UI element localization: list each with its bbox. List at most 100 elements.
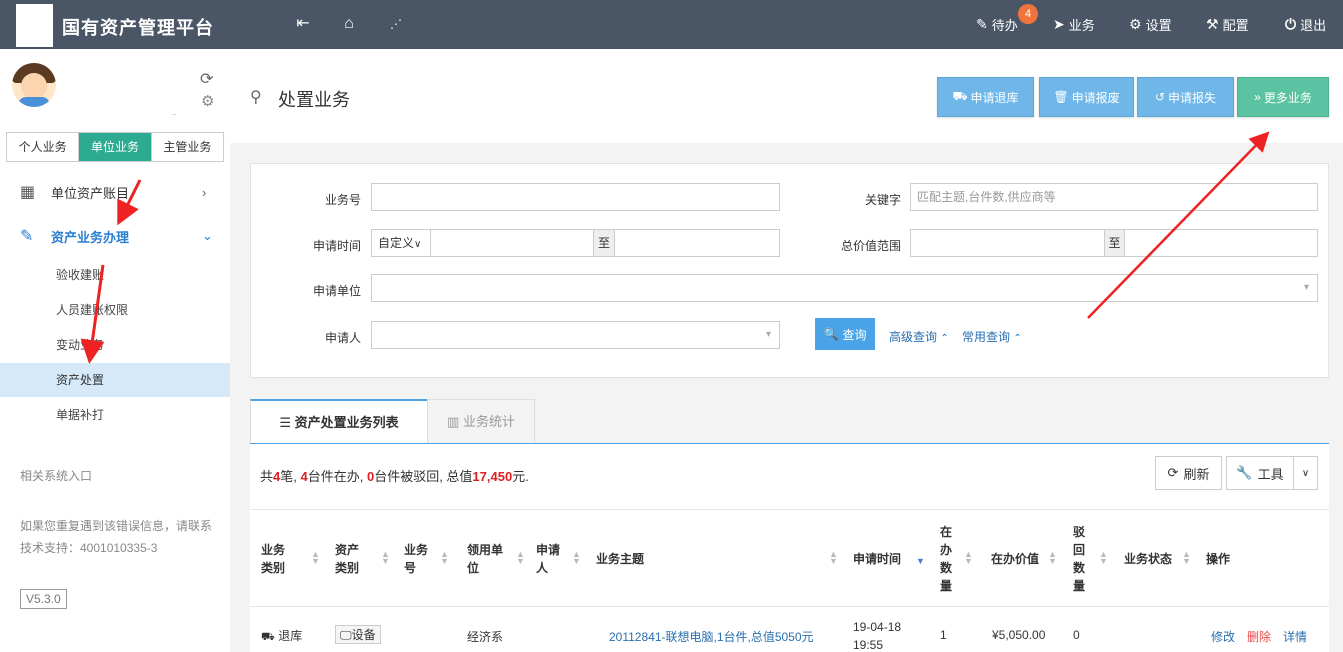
col-actions: 操作 (1206, 552, 1231, 566)
sidebar-subitem-acceptance[interactable]: 验收建账 (0, 258, 230, 292)
col-biz-type[interactable]: 业务类别 (261, 541, 291, 577)
sort-desc-icon[interactable]: ▼ (916, 557, 925, 566)
sidebar-subitem-reprint[interactable]: 单据补打 (0, 398, 230, 432)
col-in-progress-value[interactable]: 在办价值 (991, 550, 1039, 568)
top-navbar: 国有资产管理平台 ⇤ ⌂ ⋰ ✎ 待办 4 ➤ 业务 ⚙ 设置 ⚒ 配置 ⏻ 退… (0, 0, 1343, 49)
apply-return-button[interactable]: ⛟ 申请退库 (937, 77, 1034, 117)
details-link[interactable]: 详情 (1283, 628, 1307, 645)
col-status[interactable]: 业务状态 (1124, 550, 1172, 568)
todo-label: 待办 (991, 18, 1018, 33)
caret-down-icon: ▾ (1303, 282, 1309, 293)
refresh-icon[interactable]: ⟳ (200, 69, 213, 89)
col-subject[interactable]: 业务主题 (596, 550, 644, 568)
col-rejected-qty[interactable]: 驳回数量 (1073, 523, 1086, 595)
tab-supervisor[interactable]: 主管业务 (151, 133, 223, 161)
cell-subject-link[interactable]: 20112841-联想电脑,1台件,总值5050元 (609, 628, 814, 645)
refresh-label: 刷新 (1183, 466, 1210, 482)
home-icon[interactable]: ⌂ (338, 13, 360, 35)
sort-icon[interactable]: ▲ ▼ (1099, 550, 1108, 566)
logo (16, 4, 53, 47)
monitor-icon: 🖵 (340, 628, 352, 642)
apply-time-label: 申请时间 (312, 239, 361, 253)
tools-dropdown-toggle[interactable]: ∨ (1293, 456, 1318, 490)
sort-icon[interactable]: ▲ ▼ (440, 550, 449, 566)
settings-label: 设置 (1145, 18, 1172, 33)
wrench-icon: ⚒ (1206, 16, 1219, 32)
keyword-label: 关键字 (864, 193, 901, 207)
apply-time-start-input[interactable] (430, 229, 594, 257)
edit-link[interactable]: 修改 (1211, 628, 1235, 645)
sort-icon[interactable]: ▲ ▼ (311, 550, 320, 566)
gear-icon: ⚙ (1129, 16, 1142, 32)
col-applicant[interactable]: 申请人 (536, 541, 564, 577)
sidebar-subitem-disposal[interactable]: 资产处置 (0, 363, 230, 397)
truck-icon: ⛟ (261, 631, 275, 643)
sort-icon[interactable]: ▲ ▼ (1182, 550, 1191, 566)
logout-label: 退出 (1300, 18, 1327, 33)
tab-disposal-list[interactable]: ☰ 资产处置业务列表 (250, 399, 428, 444)
apply-time-end-input[interactable] (614, 229, 780, 257)
undo-icon: ↺ (1154, 90, 1166, 104)
tab-statistics[interactable]: ▥ 业务统计 (427, 399, 535, 444)
grid-icon: ▦ (20, 184, 36, 201)
common-query-link[interactable]: 常用查询 ⌃ (962, 328, 1022, 345)
business-no-input[interactable] (371, 183, 780, 211)
sort-icon[interactable]: ▲ ▼ (829, 550, 838, 566)
delete-link[interactable]: 删除 (1247, 628, 1271, 645)
total-value-max-input[interactable] (1124, 229, 1318, 257)
apply-scrap-button[interactable]: 🗑 申请报废 (1039, 77, 1134, 117)
summary-total-value: 17,450 (472, 469, 513, 484)
keyword-input[interactable]: 匹配主题,台件数,供应商等 (910, 183, 1318, 211)
more-business-button[interactable]: » 更多业务 (1237, 77, 1329, 117)
settings-menu[interactable]: ⚙ 设置 (1129, 15, 1172, 34)
config-menu[interactable]: ⚒ 配置 (1206, 15, 1249, 34)
total-value-min-input[interactable] (910, 229, 1105, 257)
sidebar-item-asset-business[interactable]: ✎ 资产业务办理 ⌄ (0, 216, 230, 256)
sort-icon[interactable]: ▲ ▼ (964, 550, 973, 566)
applicant-select[interactable]: ▾ (371, 321, 780, 349)
sidebar-item-unit-assets[interactable]: ▦ 单位资产账目 › (0, 172, 230, 212)
truck-icon: ⛟ (952, 89, 968, 103)
col-in-progress-qty[interactable]: 在办数量 (940, 523, 953, 595)
total-value-to-addon: 至 (1104, 229, 1125, 257)
sidebar-subitem-change[interactable]: 变动业务 (0, 328, 230, 362)
todo-menu[interactable]: ✎ 待办 (976, 15, 1018, 34)
advanced-query-link[interactable]: 高级查询 ⌃ (889, 328, 949, 345)
logout-menu[interactable]: ⏻ 退出 (1285, 15, 1326, 34)
cell-apply-time: 19-04-18 19:55 (853, 620, 902, 652)
search-panel: 业务号 关键字 匹配主题,台件数,供应商等 申请时间 自定义∨ 至 总价值范围 … (250, 163, 1329, 378)
apply-time-mode-value: 自定义 (378, 236, 415, 250)
list-panel: 共4笔, 4台件在办, 0台件被驳回, 总值17,450元. ⟳ 刷新 🔧 工具 ∨… (250, 443, 1329, 652)
fullscreen-icon[interactable]: ⋰ (385, 13, 407, 35)
avatar[interactable] (12, 63, 56, 107)
business-menu[interactable]: ➤ 业务 (1053, 15, 1095, 34)
query-button[interactable]: 🔍 查询 (815, 318, 875, 350)
collapse-sidebar-icon[interactable]: ⇤ (292, 13, 314, 35)
col-biz-no[interactable]: 业务号 (404, 541, 432, 577)
apply-time-mode-select[interactable]: 自定义∨ (371, 229, 431, 257)
gear-icon[interactable]: ⚙ (201, 92, 214, 110)
total-value-label: 总价值范围 (840, 239, 901, 253)
tab-unit[interactable]: 单位业务 (79, 133, 152, 161)
sort-icon[interactable]: ▲ ▼ (516, 550, 525, 566)
double-chevron-up-icon: ⌃ (1013, 333, 1022, 344)
apply-unit-select[interactable]: ▾ (371, 274, 1318, 302)
sidebar-subitem-permission[interactable]: 人员建账权限 (0, 293, 230, 327)
ellipsis-icon: .. (172, 107, 178, 117)
refresh-button[interactable]: ⟳ 刷新 (1155, 456, 1222, 490)
cell-unit: 经济系 (467, 630, 504, 644)
button-label: 申请报失 (1168, 90, 1217, 105)
search-icon: 🔍 (823, 327, 839, 341)
tab-personal[interactable]: 个人业务 (7, 133, 80, 161)
tools-button[interactable]: 🔧 工具 (1226, 456, 1294, 490)
col-apply-time[interactable]: 申请时间 (853, 550, 901, 568)
sort-icon[interactable]: ▲ ▼ (572, 550, 581, 566)
biz-type-value: 退库 (278, 629, 303, 643)
sort-icon[interactable]: ▲ ▼ (1048, 550, 1057, 566)
apply-loss-button[interactable]: ↺ 申请报失 (1137, 77, 1234, 117)
summary-text: 台件在办, (307, 469, 367, 484)
col-unit[interactable]: 领用单位 (467, 541, 505, 577)
caret-down-icon: ▾ (765, 329, 771, 340)
sort-icon[interactable]: ▲ ▼ (381, 550, 390, 566)
col-asset-type[interactable]: 资产类别 (335, 541, 365, 577)
